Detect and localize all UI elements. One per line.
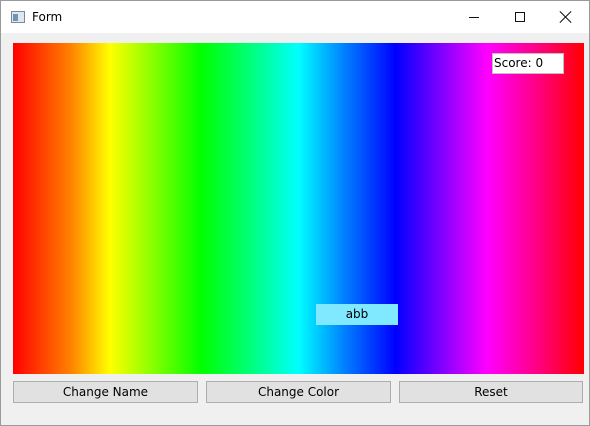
minimize-icon [469,16,479,18]
game-canvas[interactable]: Score: 0 abb [13,43,584,374]
window-title: Form [32,10,63,24]
score-label: Score: 0 [492,53,564,74]
close-icon [560,11,572,23]
maximize-icon [515,12,525,22]
app-window: Form Score: 0 abb Change Name Change Col… [0,0,590,426]
title-bar[interactable]: Form [1,1,589,33]
app-window-icon [11,11,25,23]
change-name-button[interactable]: Change Name [13,381,198,403]
reset-button[interactable]: Reset [399,381,583,403]
close-button[interactable] [543,1,589,33]
minimize-button[interactable] [451,1,497,33]
player-block[interactable]: abb [316,304,398,325]
change-color-button[interactable]: Change Color [206,381,391,403]
maximize-button[interactable] [497,1,543,33]
